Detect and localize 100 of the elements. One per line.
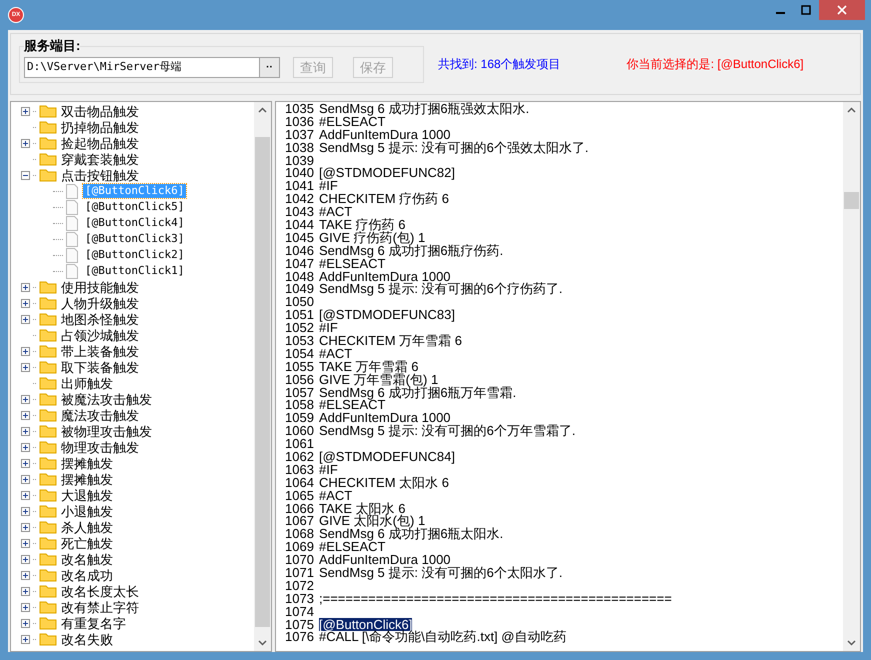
path-field[interactable]: D:\VServer\MirServer母端 ·· [24, 57, 280, 78]
expand-toggle[interactable] [21, 314, 30, 324]
line-number: 1072 [285, 578, 315, 592]
folder-icon [39, 616, 57, 630]
tree-item[interactable]: 魔法攻击触发 [60, 408, 140, 422]
line-number: 1038 [285, 140, 315, 154]
tree-item[interactable]: 扔掉物品触发 [60, 120, 140, 134]
tree-item[interactable]: [@ButtonClick1] [83, 264, 186, 278]
plus-icon [22, 508, 29, 514]
line-number: 1055 [285, 360, 315, 373]
tree-item[interactable]: 穿戴套装触发 [60, 152, 140, 166]
line-number: 1044 [285, 218, 315, 231]
folder-icon [39, 568, 57, 582]
code-line: #ELSEACT [319, 114, 386, 128]
folder-icon [39, 136, 57, 150]
scroll-thumb[interactable] [844, 192, 859, 209]
line-number: 1064 [285, 476, 315, 489]
tree-item[interactable]: 摆摊触发 [60, 472, 114, 486]
expand-toggle[interactable] [21, 410, 30, 420]
expand-toggle[interactable] [21, 458, 30, 468]
tree-item[interactable]: 地图杀怪触发 [60, 312, 140, 326]
tree-item[interactable]: 小退触发 [60, 504, 114, 518]
scrollbar[interactable] [254, 102, 271, 651]
tree-item[interactable]: 死亡触发 [60, 536, 114, 550]
browse-button[interactable]: ·· [259, 58, 279, 77]
tree-item[interactable]: 点击按钮触发 [60, 168, 140, 182]
tree-item[interactable]: 改名成功 [60, 568, 114, 582]
tree-item[interactable]: 带上装备触发 [60, 344, 140, 358]
plus-icon [22, 428, 29, 434]
expand-toggle[interactable] [21, 490, 30, 500]
line-number: 1066 [285, 502, 315, 515]
plus-icon [22, 412, 29, 418]
tree-item[interactable]: 改名触发 [60, 552, 114, 566]
plus-icon [22, 300, 29, 306]
close-button[interactable] [819, 0, 865, 20]
code-line: TAKE 太阳水 6 [319, 502, 406, 515]
expand-toggle[interactable] [21, 522, 30, 532]
line-number: 1070 [285, 553, 315, 566]
tree-item[interactable]: 被魔法攻击触发 [60, 392, 153, 406]
tree-item[interactable]: 人物升级触发 [60, 296, 140, 310]
expand-toggle[interactable] [21, 394, 30, 404]
scroll-thumb[interactable] [255, 137, 270, 627]
folder-icon [39, 312, 57, 326]
line-number: 1039 [285, 154, 315, 167]
line-number: 1043 [285, 205, 315, 218]
line-number: 1060 [285, 424, 315, 438]
collapse-toggle[interactable] [21, 170, 30, 180]
line-number: 1069 [285, 540, 315, 554]
tree-item[interactable]: 捡起物品触发 [60, 136, 140, 150]
expand-toggle[interactable] [21, 106, 30, 116]
tree-item[interactable]: 使用技能触发 [60, 280, 140, 294]
group-label: 服务端目: [24, 39, 80, 53]
tree-item[interactable]: 双击物品触发 [60, 104, 140, 118]
plus-icon [22, 396, 29, 402]
line-number: 1049 [285, 282, 315, 296]
expand-toggle[interactable] [21, 586, 30, 596]
tree-item[interactable]: 杀人触发 [60, 520, 114, 534]
expand-toggle[interactable] [21, 442, 30, 452]
line-number: 1067 [285, 514, 315, 528]
folder-icon [39, 440, 57, 454]
expand-toggle[interactable] [21, 298, 30, 308]
tree-item[interactable]: [@ButtonClick3] [83, 232, 186, 246]
tree-item[interactable]: 占领沙城触发 [60, 328, 140, 342]
code-line: SendMsg 5 提示: 没有可捆的6个太阳水了. [319, 566, 562, 580]
expand-toggle[interactable] [21, 506, 30, 516]
tree-item[interactable]: 物理攻击触发 [60, 440, 140, 454]
line-number: 1036 [285, 114, 315, 128]
expand-toggle[interactable] [21, 426, 30, 436]
tree-item[interactable]: 改名长度太长 [60, 584, 140, 598]
tree-item[interactable]: [@ButtonClick2] [83, 248, 186, 262]
expand-toggle[interactable] [21, 362, 30, 372]
expand-toggle[interactable] [21, 474, 30, 484]
expand-toggle[interactable] [21, 618, 30, 628]
expand-toggle[interactable] [21, 538, 30, 548]
tree-item[interactable]: 被物理攻击触发 [60, 424, 153, 438]
tree-item[interactable]: 取下装备触发 [60, 360, 140, 374]
expand-toggle[interactable] [21, 282, 30, 292]
expand-toggle[interactable] [21, 138, 30, 148]
tree-item[interactable]: 摆摊触发 [60, 456, 114, 470]
tree-item[interactable]: 有重复名字 [60, 616, 127, 630]
line-number: 1051 [285, 308, 315, 322]
line-number: 1047 [285, 256, 315, 270]
expand-toggle[interactable] [21, 570, 30, 580]
tree-item[interactable]: 出师触发 [60, 376, 114, 390]
tree-item[interactable]: 大退触发 [60, 488, 114, 502]
code-line: AddFunItemDura 1000 [319, 270, 451, 283]
expand-toggle[interactable] [21, 602, 30, 612]
expand-toggle[interactable] [21, 554, 30, 564]
expand-toggle[interactable] [21, 346, 30, 356]
code-line: #ELSEACT [319, 256, 386, 270]
expand-toggle[interactable] [21, 634, 30, 644]
line-number: 1045 [285, 230, 315, 244]
tree-item[interactable]: 改名失败 [60, 632, 114, 646]
scrollbar[interactable] [843, 102, 860, 651]
path-input[interactable]: D:\VServer\MirServer母端 [25, 59, 259, 76]
folder-icon [39, 408, 57, 422]
folder-icon [39, 392, 57, 406]
tree-item[interactable]: [@ButtonClick4] [83, 216, 186, 230]
tree-item[interactable]: [@ButtonClick5] [83, 200, 186, 214]
tree-item[interactable]: 改有禁止字符 [60, 600, 140, 614]
